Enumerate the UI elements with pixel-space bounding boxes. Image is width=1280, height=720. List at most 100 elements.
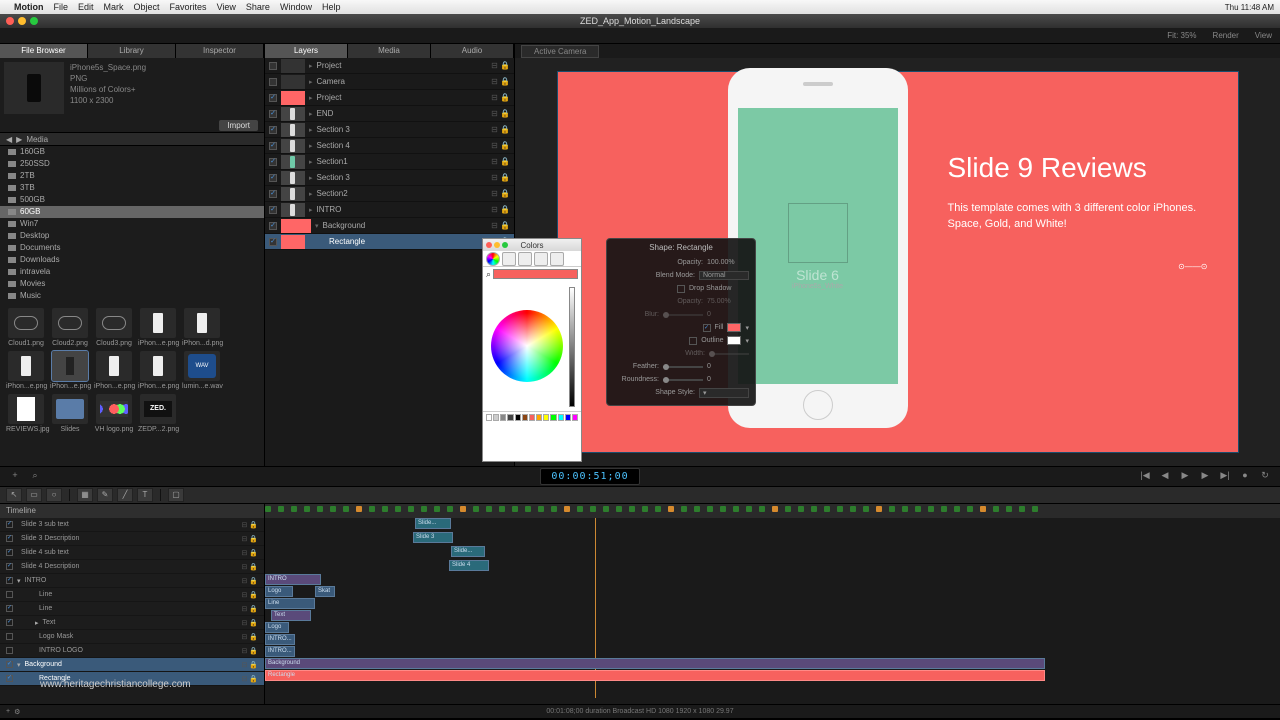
- path-nav[interactable]: ◀ ▶ Media: [0, 132, 264, 146]
- timeline-clip[interactable]: Slide 4: [449, 560, 489, 571]
- timeline-row[interactable]: ▾INTRO⊟ 🔒: [0, 574, 264, 588]
- timeline-clip[interactable]: Logo: [265, 586, 293, 597]
- folder-item[interactable]: 160GB: [0, 146, 264, 158]
- timeline-row[interactable]: Slide 3 sub text⊟ 🔒: [0, 518, 264, 532]
- folder-item[interactable]: 3TB: [0, 182, 264, 194]
- layer-row[interactable]: Rectangle⊟ 🔒: [265, 234, 514, 250]
- menu-favorites[interactable]: Favorites: [170, 2, 207, 12]
- folder-item[interactable]: Win7: [0, 218, 264, 230]
- transform-handles[interactable]: ⊙——⊙: [1178, 262, 1207, 271]
- timeline-row[interactable]: ▾Background⊟ 🔒: [0, 658, 264, 672]
- file-item[interactable]: Cloud3.png: [94, 308, 134, 347]
- layer-row[interactable]: ▸Project⊟ 🔒: [265, 58, 514, 74]
- import-button[interactable]: Import: [219, 120, 258, 131]
- step-back-icon[interactable]: ◀: [1158, 470, 1172, 484]
- color-swatch[interactable]: [493, 414, 499, 421]
- timeline-clip[interactable]: Slide 3: [413, 532, 453, 543]
- file-item[interactable]: REVIEWS.jpg: [6, 394, 46, 433]
- track-enable-checkbox[interactable]: [6, 633, 13, 640]
- timeline-clip[interactable]: Text: [271, 610, 311, 621]
- color-swatch[interactable]: [536, 414, 542, 421]
- layer-row[interactable]: ▸Section 4⊟ 🔒: [265, 138, 514, 154]
- timeline-row[interactable]: Slide 4 sub text⊟ 🔒: [0, 546, 264, 560]
- app-menu[interactable]: Motion: [14, 2, 44, 12]
- file-item[interactable]: iPhon...e.png: [138, 351, 178, 390]
- timecode[interactable]: 00:00:51;00: [540, 468, 639, 485]
- sliders-mode-icon[interactable]: [502, 252, 516, 266]
- fill-checkbox[interactable]: [703, 324, 711, 332]
- color-swatch[interactable]: [529, 414, 535, 421]
- visibility-checkbox[interactable]: [269, 78, 277, 86]
- search-icon[interactable]: ⌕: [28, 470, 42, 484]
- tab-inspector[interactable]: Inspector: [176, 44, 264, 58]
- timeline-row[interactable]: INTRO LOGO⊟ 🔒: [0, 644, 264, 658]
- timeline-clip[interactable]: INTRO...: [265, 646, 295, 657]
- palette-mode-icon[interactable]: [518, 252, 532, 266]
- menu-object[interactable]: Object: [134, 2, 160, 12]
- color-swatch[interactable]: [486, 414, 492, 421]
- add-layer-icon[interactable]: +: [6, 708, 10, 716]
- fwd-icon[interactable]: ▶: [16, 135, 22, 144]
- go-start-icon[interactable]: |◀: [1138, 470, 1152, 484]
- fit-dropdown[interactable]: Fit: 35%: [1167, 31, 1196, 40]
- visibility-checkbox[interactable]: [269, 238, 277, 246]
- layer-row[interactable]: ▸Section1⊟ 🔒: [265, 154, 514, 170]
- tab-library[interactable]: Library: [88, 44, 176, 58]
- timeline-row[interactable]: Slide 4 Description⊟ 🔒: [0, 560, 264, 574]
- current-color-swatch[interactable]: [493, 269, 578, 279]
- swatch-strip[interactable]: [483, 411, 581, 423]
- visibility-checkbox[interactable]: [269, 110, 277, 118]
- track-enable-checkbox[interactable]: [6, 563, 13, 570]
- color-swatch[interactable]: [565, 414, 571, 421]
- color-swatch[interactable]: [507, 414, 513, 421]
- record-icon[interactable]: ●: [1238, 470, 1252, 484]
- visibility-checkbox[interactable]: [269, 94, 277, 102]
- tab-file-browser[interactable]: File Browser: [0, 44, 88, 58]
- file-item[interactable]: Cloud1.png: [6, 308, 46, 347]
- file-item[interactable]: iPhon...e.png: [94, 351, 134, 390]
- track-enable-checkbox[interactable]: [6, 661, 13, 668]
- visibility-checkbox[interactable]: [269, 126, 277, 134]
- add-icon[interactable]: +: [8, 470, 22, 484]
- tab-layers[interactable]: Layers: [265, 44, 348, 58]
- file-item[interactable]: Slides: [50, 394, 90, 433]
- file-item[interactable]: Cloud2.png: [50, 308, 90, 347]
- layer-row[interactable]: ▸INTRO⊟ 🔒: [265, 202, 514, 218]
- timeline-row[interactable]: Line⊟ 🔒: [0, 588, 264, 602]
- layer-row[interactable]: ▸Section 3⊟ 🔒: [265, 170, 514, 186]
- visibility-checkbox[interactable]: [269, 62, 277, 70]
- crayons-mode-icon[interactable]: [550, 252, 564, 266]
- visibility-checkbox[interactable]: [269, 174, 277, 182]
- color-swatch[interactable]: [572, 414, 578, 421]
- timeline-clip[interactable]: Line: [265, 598, 315, 609]
- back-icon[interactable]: ◀: [6, 135, 12, 144]
- zoom-icon[interactable]: [30, 17, 38, 25]
- timeline-clip[interactable]: Slide...: [451, 546, 485, 557]
- menu-window[interactable]: Window: [280, 2, 312, 12]
- file-item[interactable]: ZED.ZEDP...2.png: [138, 394, 178, 433]
- timeline-clip[interactable]: INTRO: [265, 574, 321, 585]
- magnifier-icon[interactable]: ⌕: [486, 269, 491, 280]
- folder-item[interactable]: Documents: [0, 242, 264, 254]
- shape-style-dropdown[interactable]: ▾: [699, 388, 749, 398]
- pointer-tool-icon[interactable]: ↖: [6, 488, 22, 502]
- file-item[interactable]: VH logo.png: [94, 394, 134, 433]
- track-enable-checkbox[interactable]: [6, 577, 13, 584]
- text-tool-icon[interactable]: T: [137, 488, 153, 502]
- line-tool-icon[interactable]: ╱: [117, 488, 133, 502]
- rect-tool-icon[interactable]: ▭: [26, 488, 42, 502]
- color-swatch[interactable]: [550, 414, 556, 421]
- play-icon[interactable]: ▶: [1178, 470, 1192, 484]
- timeline-clip[interactable]: Logo: [265, 622, 289, 633]
- file-item[interactable]: iPhon...e.png: [50, 351, 90, 390]
- go-end-icon[interactable]: ▶|: [1218, 470, 1232, 484]
- folder-item[interactable]: 60GB: [0, 206, 264, 218]
- folder-item[interactable]: Downloads: [0, 254, 264, 266]
- blend-mode-dropdown[interactable]: Normal: [699, 271, 749, 280]
- track-enable-checkbox[interactable]: [6, 591, 13, 598]
- folder-item[interactable]: 500GB: [0, 194, 264, 206]
- timeline-row[interactable]: Slide 3 Description⊟ 🔒: [0, 532, 264, 546]
- track-enable-checkbox[interactable]: [6, 619, 13, 626]
- chevron-down-icon[interactable]: ▾: [745, 324, 749, 332]
- shape-hud[interactable]: Shape: Rectangle Opacity:100.00% Blend M…: [606, 238, 756, 406]
